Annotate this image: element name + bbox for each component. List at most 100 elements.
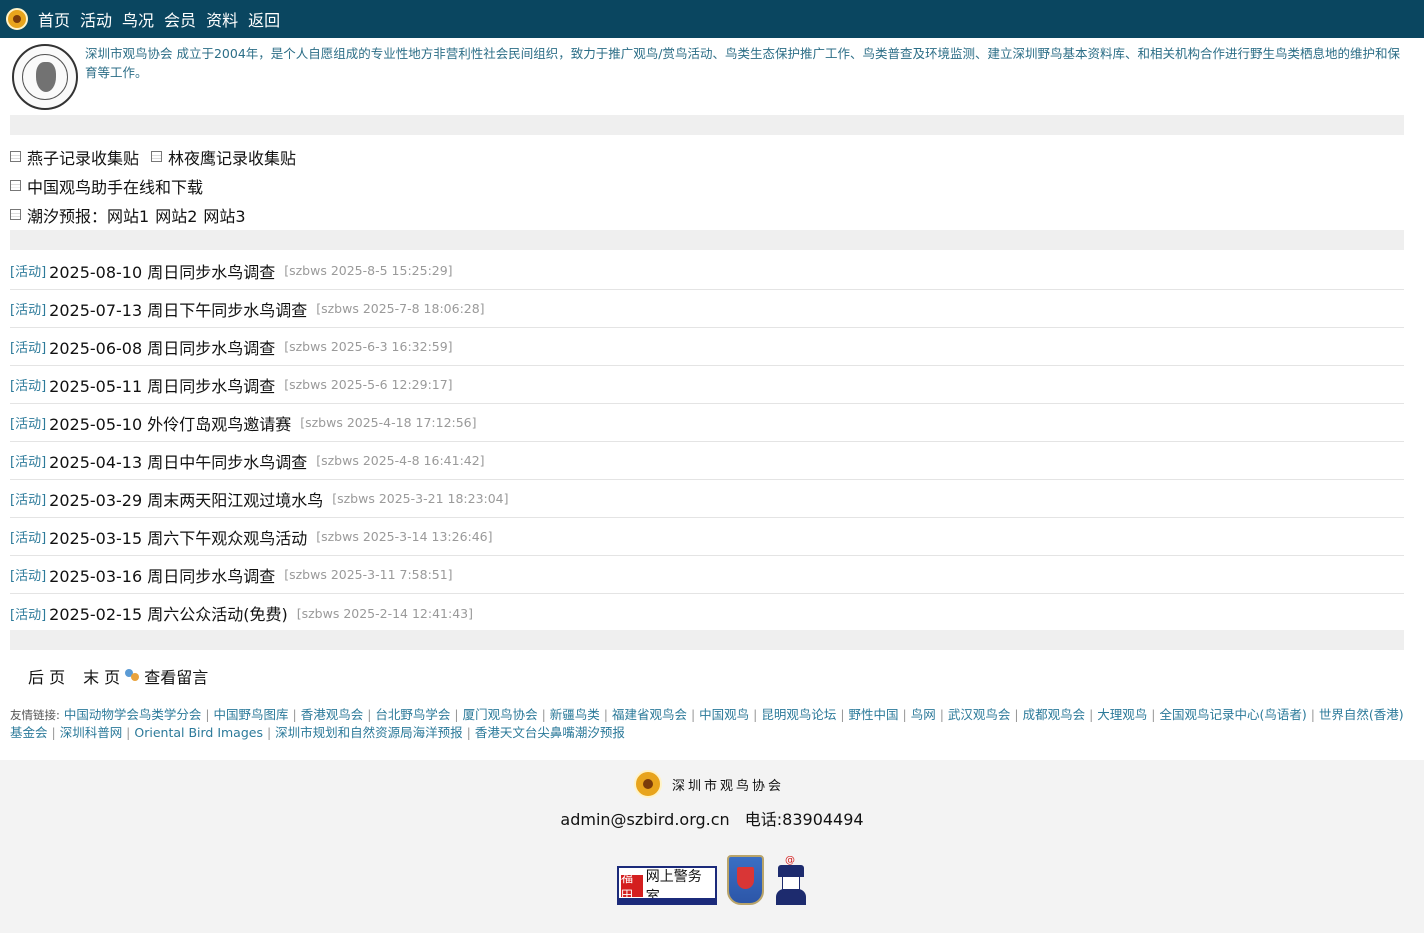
section-divider bbox=[10, 630, 1404, 650]
category-tag: [活动] bbox=[10, 303, 47, 318]
online-police-badge[interactable]: 福田 网上警务室 bbox=[617, 866, 717, 905]
category-tag: [活动] bbox=[10, 607, 47, 623]
intro-section: 深圳市观鸟协会 成立于2004年，是个人自愿组成的专业性地方非营利性社会民间组织… bbox=[10, 42, 1414, 112]
quick-links-row: 中国观鸟助手在线和下载 bbox=[10, 171, 1404, 200]
nav-home[interactable]: 首页 bbox=[38, 7, 70, 31]
list-item: [活动] 2025-05-11 周日同步水鸟调查 [szbws 2025-5-6… bbox=[10, 366, 1404, 404]
post-meta: [szbws 2025-4-8 16:41:42] bbox=[316, 453, 485, 468]
friend-link[interactable]: 新疆鸟类 bbox=[550, 707, 600, 722]
category-tag: [活动] bbox=[10, 265, 47, 280]
nightjar-record-label: 林夜鹰记录收集贴 bbox=[168, 148, 297, 168]
friend-link[interactable]: 香港天文台尖鼻嘴潮汐预报 bbox=[475, 725, 625, 740]
police-badge-district: 福田 bbox=[621, 871, 643, 902]
post-meta: [szbws 2025-8-5 15:25:29] bbox=[284, 263, 453, 278]
list-item: [活动] 2025-06-08 周日同步水鸟调查 [szbws 2025-6-3… bbox=[10, 328, 1404, 366]
friend-link[interactable]: 福建省观鸟会 bbox=[612, 707, 687, 722]
quick-links: 燕子记录收集贴 林夜鹰记录收集贴 中国观鸟助手在线和下载 潮汐预报： 网站1 网… bbox=[10, 142, 1404, 229]
category-tag: [活动] bbox=[10, 417, 47, 432]
activity-title-link[interactable]: 2025-05-11 周日同步水鸟调查 bbox=[49, 373, 275, 397]
next-page-link[interactable]: 后 页 bbox=[28, 664, 65, 688]
list-item: [活动] 2025-07-13 周日下午同步水鸟调查 [szbws 2025-7… bbox=[10, 290, 1404, 328]
friend-link[interactable]: 深圳科普网 bbox=[60, 725, 123, 740]
post-meta: [szbws 2025-3-21 18:23:04] bbox=[332, 491, 509, 506]
footer-brand-name: 深圳市观鸟协会 bbox=[672, 778, 785, 794]
friend-link[interactable]: 香港观鸟会 bbox=[301, 707, 364, 722]
bird-logo-icon[interactable] bbox=[6, 8, 28, 30]
category-tag: [活动] bbox=[10, 341, 47, 356]
bird-logo-icon bbox=[634, 770, 662, 798]
friend-links: 友情链接: 中国动物学会鸟类学分会 | 中国野鸟图库 | 香港观鸟会 | 台北野… bbox=[10, 707, 1404, 740]
activity-title-link[interactable]: 2025-04-13 周日中午同步水鸟调查 bbox=[49, 449, 307, 473]
friend-link[interactable]: 大理观鸟 bbox=[1097, 707, 1147, 722]
activity-title-link[interactable]: 2025-03-15 周六下午观众观鸟活动 bbox=[49, 525, 307, 549]
contact-email[interactable]: admin@szbird.org.cn bbox=[560, 810, 729, 829]
list-item: [活动] 2025-02-15 周六公众活动(免费) [szbws 2025-2… bbox=[10, 594, 1404, 632]
police-face-shape bbox=[782, 876, 800, 890]
friend-link[interactable]: 中国野鸟图库 bbox=[214, 707, 289, 722]
activity-title-link[interactable]: 2025-07-13 周日下午同步水鸟调查 bbox=[49, 297, 307, 321]
intro-text: 深圳市观鸟协会 成立于2004年，是个人自愿组成的专业性地方非营利性社会民间组织… bbox=[85, 46, 1401, 80]
friend-link[interactable]: 中国动物学会鸟类学分会 bbox=[64, 707, 202, 722]
nav-members[interactable]: 会员 bbox=[164, 7, 196, 31]
friend-link[interactable]: 深圳市规划和自然资源局海洋预报 bbox=[275, 725, 463, 740]
footer-brand: 深圳市观鸟协会 bbox=[634, 770, 784, 798]
section-divider bbox=[10, 230, 1404, 250]
activity-title-link[interactable]: 2025-03-16 周日同步水鸟调查 bbox=[49, 563, 275, 587]
friend-link[interactable]: 野性中国 bbox=[849, 707, 899, 722]
nav-activities[interactable]: 活动 bbox=[80, 7, 112, 31]
post-meta: [szbws 2025-4-18 17:12:56] bbox=[300, 415, 477, 430]
friend-link[interactable]: 中国观鸟 bbox=[699, 707, 749, 722]
post-meta: [szbws 2025-3-14 13:26:46] bbox=[316, 529, 493, 544]
birding-assistant-link[interactable]: 中国观鸟助手在线和下载 bbox=[10, 174, 203, 198]
tide-site-2-link[interactable]: 网站2 bbox=[155, 203, 197, 227]
top-nav: 首页 活动 鸟况 会员 资料 返回 bbox=[0, 0, 1424, 38]
friend-link[interactable]: 全国观鸟记录中心(鸟语者) bbox=[1159, 707, 1306, 722]
quick-links-row: 潮汐预报： 网站1 网站2 网站3 bbox=[10, 200, 1404, 229]
last-page-link[interactable]: 末 页 bbox=[83, 664, 120, 688]
tide-forecast-label: 潮汐预报： bbox=[27, 206, 108, 226]
friend-link[interactable]: 昆明观鸟论坛 bbox=[761, 707, 836, 722]
friend-link[interactable]: 厦门观鸟协会 bbox=[463, 707, 538, 722]
friend-link[interactable]: 武汉观鸟会 bbox=[948, 707, 1011, 722]
document-icon bbox=[10, 180, 21, 191]
friend-link[interactable]: 鸟网 bbox=[911, 707, 936, 722]
document-icon bbox=[10, 209, 21, 220]
society-seal-logo bbox=[12, 44, 78, 110]
tide-site-1-link[interactable]: 网站1 bbox=[107, 203, 149, 227]
swallow-record-link[interactable]: 燕子记录收集贴 bbox=[10, 145, 139, 169]
activity-title-link[interactable]: 2025-03-29 周末两天阳江观过境水鸟 bbox=[49, 487, 323, 511]
list-item: [活动] 2025-04-13 周日中午同步水鸟调查 [szbws 2025-4… bbox=[10, 442, 1404, 480]
list-item: [活动] 2025-03-16 周日同步水鸟调查 [szbws 2025-3-1… bbox=[10, 556, 1404, 594]
tide-site-3-link[interactable]: 网站3 bbox=[203, 203, 245, 227]
swallow-record-label: 燕子记录收集贴 bbox=[27, 148, 140, 168]
users-icon bbox=[124, 668, 140, 684]
category-tag: [活动] bbox=[10, 531, 47, 546]
nav-back[interactable]: 返回 bbox=[248, 7, 280, 31]
post-meta: [szbws 2025-7-8 18:06:28] bbox=[316, 301, 485, 316]
birding-assistant-label: 中国观鸟助手在线和下载 bbox=[27, 177, 204, 197]
police-body-shape bbox=[776, 889, 806, 905]
nav-resources[interactable]: 资料 bbox=[206, 7, 238, 31]
category-tag: [活动] bbox=[10, 569, 47, 584]
activity-title-link[interactable]: 2025-08-10 周日同步水鸟调查 bbox=[49, 259, 275, 283]
guestbook-link[interactable]: 查看留言 bbox=[144, 664, 208, 688]
friend-link[interactable]: 成都观鸟会 bbox=[1023, 707, 1086, 722]
nightjar-record-link[interactable]: 林夜鹰记录收集贴 bbox=[151, 145, 296, 169]
footer: 深圳市观鸟协会 admin@szbird.org.cn 电话:83904494 … bbox=[0, 760, 1424, 933]
activity-title-link[interactable]: 2025-06-08 周日同步水鸟调查 bbox=[49, 335, 275, 359]
category-tag: [活动] bbox=[10, 455, 47, 470]
document-icon bbox=[151, 151, 163, 162]
section-divider bbox=[10, 115, 1404, 135]
activity-title-link[interactable]: 2025-02-15 周六公众活动(免费) bbox=[49, 601, 288, 625]
activity-title-link[interactable]: 2025-05-10 外伶仃岛观鸟邀请赛 bbox=[49, 411, 291, 435]
cyber-police-icon[interactable]: @ bbox=[775, 855, 807, 905]
footer-contact: admin@szbird.org.cn 电话:83904494 bbox=[0, 806, 1424, 830]
nav-bird-reports[interactable]: 鸟况 bbox=[122, 7, 154, 31]
document-icon bbox=[10, 151, 21, 162]
friend-link[interactable]: 台北野鸟学会 bbox=[375, 707, 450, 722]
pagination: 后 页 末 页 查看留言 bbox=[28, 664, 208, 688]
badge-stripe bbox=[619, 898, 715, 903]
friend-link[interactable]: Oriental Bird Images bbox=[134, 725, 263, 740]
friend-links-label: 友情链接: bbox=[10, 708, 60, 722]
police-shield-icon[interactable] bbox=[727, 855, 764, 905]
